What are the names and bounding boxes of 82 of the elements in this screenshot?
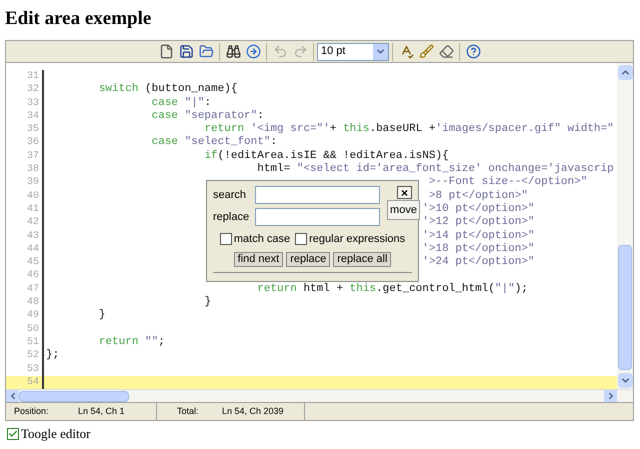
scroll-thumb[interactable] (618, 245, 632, 370)
binoculars-icon (226, 44, 240, 59)
code-line: switch (button_name){ (98, 83, 238, 96)
code-line: html= "<select id='area_font_size' onchange='javascrip (257, 163, 614, 176)
code-line: case "|": (152, 96, 212, 109)
code-line: '>14 pt</option>" (422, 230, 534, 242)
checkbox[interactable] (220, 233, 232, 246)
code-line: '>24 pt</option>" (422, 256, 534, 268)
scroll-down-button[interactable] (618, 373, 632, 388)
vertical-scrollbar[interactable] (617, 63, 633, 389)
total-value: Ln 54, Ch 2039 (222, 404, 284, 418)
line-number: 37 (26, 150, 40, 164)
dialog-button[interactable]: find next (234, 252, 284, 266)
line-number: 33 (26, 96, 40, 110)
save-icon (178, 44, 194, 59)
scroll-left-button[interactable] (6, 390, 19, 402)
line-number: 47 (26, 282, 40, 296)
code-line: }; (46, 349, 60, 362)
checkbox[interactable] (295, 233, 308, 246)
arrow-circle-icon (246, 44, 260, 59)
line-number: 32 (26, 83, 40, 97)
redo-icon (292, 44, 308, 59)
code-line: '>10 pt</option>" (422, 202, 534, 215)
close-button[interactable]: × (397, 186, 412, 199)
line-number: 34 (26, 110, 40, 124)
line-number: 49 (26, 309, 40, 323)
scroll-right-button[interactable] (604, 390, 617, 402)
line-number: 40 (26, 190, 40, 203)
line-number: 31 (26, 70, 40, 84)
undo-icon (272, 44, 288, 59)
option-label: match case (234, 232, 290, 247)
code-line: if(!editArea.isIE && !editArea.isNS){ (204, 150, 449, 162)
line-number: 43 (26, 230, 40, 243)
line-number: 46 (26, 269, 40, 283)
position-value: Ln 54, Ch 1 (78, 404, 125, 418)
code-line: } (204, 296, 212, 308)
move-button[interactable]: move (387, 200, 420, 220)
line-number: 48 (26, 296, 40, 310)
line-number: 44 (26, 242, 40, 256)
checkbox[interactable] (7, 428, 19, 440)
position-label: Position: (14, 404, 50, 418)
code-line: >8 pt</option>" (428, 190, 528, 202)
scroll-thumb[interactable] (19, 390, 129, 402)
brush-icon (418, 44, 434, 59)
option-label: regular expressions (309, 232, 406, 247)
code-line: } (98, 309, 106, 322)
font-size-select[interactable]: 10 pt (317, 42, 389, 60)
line-number: 41 (26, 202, 40, 216)
code-line: '>12 pt</option>" (422, 216, 534, 228)
replace-field[interactable] (255, 208, 380, 226)
line-number: 54 (26, 376, 40, 389)
search-label: search (213, 188, 248, 203)
help-icon (466, 44, 480, 59)
total-label: Total: (177, 404, 200, 418)
line-number: 36 (26, 136, 40, 150)
line-number: 42 (26, 216, 40, 230)
line-number: 35 (26, 123, 40, 136)
dialog-button[interactable]: replace all (333, 252, 392, 266)
line-number: 51 (26, 336, 40, 350)
code-line: '>18 pt</option>" (422, 242, 534, 255)
folder-icon (198, 44, 214, 59)
code-line: case "separator": (152, 110, 264, 122)
scroll-up-button[interactable] (618, 65, 632, 80)
code-line: case "select_font": (152, 136, 278, 148)
code-line: >--Font size--</option>" (428, 176, 588, 188)
line-number: 50 (26, 322, 40, 336)
search-field[interactable] (255, 186, 380, 204)
toggle-label: Toogle editor (21, 425, 90, 443)
file-icon (158, 44, 174, 59)
code-line: return '<img src="'+ this.baseURL +'images/spacer.gif" width=" (204, 123, 614, 136)
dialog-button[interactable]: replace (286, 252, 330, 266)
line-number: 53 (26, 362, 40, 376)
eraser-icon (438, 44, 454, 59)
page-title: Edit area exemple (4, 7, 152, 31)
line-number: 52 (26, 349, 40, 363)
replace-label: replace (213, 210, 250, 225)
line-number: 38 (26, 163, 40, 176)
horizontal-scrollbar[interactable] (6, 389, 633, 402)
code-line: return html + this.get_control_html("|"); (257, 282, 528, 295)
code-line: return ""; (98, 336, 165, 348)
line-number: 39 (26, 176, 40, 190)
line-number: 45 (26, 256, 40, 270)
